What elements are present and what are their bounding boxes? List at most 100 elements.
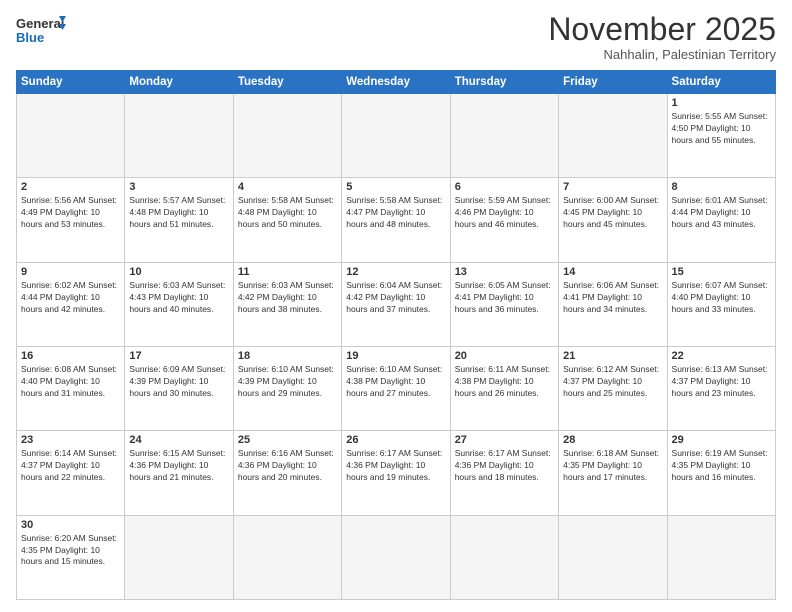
day-info: Sunrise: 6:17 AM Sunset: 4:36 PM Dayligh… [455, 448, 554, 484]
weekday-header-tuesday: Tuesday [233, 71, 341, 94]
calendar-cell: 5 Sunrise: 5:58 AM Sunset: 4:47 PM Daylig… [342, 178, 450, 262]
calendar-cell: 14Sunrise: 6:06 AM Sunset: 4:41 PM Dayli… [559, 262, 667, 346]
day-info: Sunrise: 6:10 AM Sunset: 4:38 PM Dayligh… [346, 364, 445, 400]
calendar-cell [559, 515, 667, 599]
calendar-week-5: 23 Sunrise: 6:14 AM Sunset: 4:37 PM Dayli… [17, 431, 776, 515]
day-number: 20 [455, 350, 554, 362]
calendar-cell: 9Sunrise: 6:02 AM Sunset: 4:44 PM Daylig… [17, 262, 125, 346]
logo: General Blue [16, 12, 66, 54]
calendar-cell: 18 Sunrise: 6:10 AM Sunset: 4:39 PM Dayli… [233, 347, 341, 431]
day-number: 17 [129, 350, 228, 362]
calendar-cell: 3 Sunrise: 5:57 AM Sunset: 4:48 PM Daylig… [125, 178, 233, 262]
title-block: November 2025 Nahhalin, Palestinian Terr… [548, 12, 776, 62]
day-number: 30 [21, 519, 120, 531]
day-number: 28 [563, 434, 662, 446]
day-number: 3 [129, 181, 228, 193]
day-info: Sunrise: 6:14 AM Sunset: 4:37 PM Dayligh… [21, 448, 120, 484]
page: General Blue November 2025 Nahhalin, Pal… [0, 0, 792, 612]
location-subtitle: Nahhalin, Palestinian Territory [548, 47, 776, 62]
day-number: 15 [672, 266, 771, 278]
calendar-cell [233, 515, 341, 599]
weekday-header-wednesday: Wednesday [342, 71, 450, 94]
svg-text:General: General [16, 16, 64, 31]
calendar-cell [559, 94, 667, 178]
calendar-cell: 29 Sunrise: 6:19 AM Sunset: 4:35 PM Dayli… [667, 431, 775, 515]
calendar-week-1: 1Sunrise: 5:55 AM Sunset: 4:50 PM Daylig… [17, 94, 776, 178]
day-number: 24 [129, 434, 228, 446]
calendar-week-4: 16 Sunrise: 6:08 AM Sunset: 4:40 PM Dayli… [17, 347, 776, 431]
day-info: Sunrise: 6:01 AM Sunset: 4:44 PM Dayligh… [672, 195, 771, 231]
day-number: 2 [21, 181, 120, 193]
calendar-header: SundayMondayTuesdayWednesdayThursdayFrid… [17, 71, 776, 94]
day-number: 6 [455, 181, 554, 193]
calendar-cell [125, 94, 233, 178]
day-info: Sunrise: 5:59 AM Sunset: 4:46 PM Dayligh… [455, 195, 554, 231]
calendar-cell: 19 Sunrise: 6:10 AM Sunset: 4:38 PM Dayli… [342, 347, 450, 431]
day-info: Sunrise: 6:09 AM Sunset: 4:39 PM Dayligh… [129, 364, 228, 400]
day-info: Sunrise: 5:57 AM Sunset: 4:48 PM Dayligh… [129, 195, 228, 231]
calendar-cell: 12Sunrise: 6:04 AM Sunset: 4:42 PM Dayli… [342, 262, 450, 346]
weekday-header-friday: Friday [559, 71, 667, 94]
day-number: 27 [455, 434, 554, 446]
day-info: Sunrise: 6:15 AM Sunset: 4:36 PM Dayligh… [129, 448, 228, 484]
day-number: 26 [346, 434, 445, 446]
day-number: 22 [672, 350, 771, 362]
calendar-cell: 28Sunrise: 6:18 AM Sunset: 4:35 PM Dayli… [559, 431, 667, 515]
day-info: Sunrise: 6:10 AM Sunset: 4:39 PM Dayligh… [238, 364, 337, 400]
day-info: Sunrise: 6:12 AM Sunset: 4:37 PM Dayligh… [563, 364, 662, 400]
day-number: 21 [563, 350, 662, 362]
calendar-cell: 7Sunrise: 6:00 AM Sunset: 4:45 PM Daylig… [559, 178, 667, 262]
day-number: 18 [238, 350, 337, 362]
day-info: Sunrise: 6:19 AM Sunset: 4:35 PM Dayligh… [672, 448, 771, 484]
day-number: 25 [238, 434, 337, 446]
calendar-cell [342, 515, 450, 599]
calendar-cell: 2Sunrise: 5:56 AM Sunset: 4:49 PM Daylig… [17, 178, 125, 262]
day-number: 1 [672, 97, 771, 109]
calendar-cell: 13Sunrise: 6:05 AM Sunset: 4:41 PM Dayli… [450, 262, 558, 346]
calendar-cell [667, 515, 775, 599]
day-number: 11 [238, 266, 337, 278]
day-number: 9 [21, 266, 120, 278]
day-number: 10 [129, 266, 228, 278]
calendar-cell: 27 Sunrise: 6:17 AM Sunset: 4:36 PM Dayli… [450, 431, 558, 515]
day-number: 29 [672, 434, 771, 446]
day-info: Sunrise: 6:07 AM Sunset: 4:40 PM Dayligh… [672, 280, 771, 316]
calendar-cell: 15 Sunrise: 6:07 AM Sunset: 4:40 PM Dayli… [667, 262, 775, 346]
calendar-cell: 23 Sunrise: 6:14 AM Sunset: 4:37 PM Dayli… [17, 431, 125, 515]
day-number: 23 [21, 434, 120, 446]
day-info: Sunrise: 6:20 AM Sunset: 4:35 PM Dayligh… [21, 533, 120, 569]
day-info: Sunrise: 6:03 AM Sunset: 4:42 PM Dayligh… [238, 280, 337, 316]
day-number: 4 [238, 181, 337, 193]
day-info: Sunrise: 5:58 AM Sunset: 4:48 PM Dayligh… [238, 195, 337, 231]
calendar-cell [233, 94, 341, 178]
calendar-cell: 4 Sunrise: 5:58 AM Sunset: 4:48 PM Daylig… [233, 178, 341, 262]
day-info: Sunrise: 6:04 AM Sunset: 4:42 PM Dayligh… [346, 280, 445, 316]
day-number: 7 [563, 181, 662, 193]
calendar-cell [125, 515, 233, 599]
calendar-cell [342, 94, 450, 178]
calendar-cell: 30 Sunrise: 6:20 AM Sunset: 4:35 PM Dayli… [17, 515, 125, 599]
calendar-cell: 17 Sunrise: 6:09 AM Sunset: 4:39 PM Dayli… [125, 347, 233, 431]
calendar-cell: 20Sunrise: 6:11 AM Sunset: 4:38 PM Dayli… [450, 347, 558, 431]
weekday-header-thursday: Thursday [450, 71, 558, 94]
calendar-cell: 11 Sunrise: 6:03 AM Sunset: 4:42 PM Dayli… [233, 262, 341, 346]
calendar-cell [450, 515, 558, 599]
day-info: Sunrise: 6:17 AM Sunset: 4:36 PM Dayligh… [346, 448, 445, 484]
day-info: Sunrise: 6:03 AM Sunset: 4:43 PM Dayligh… [129, 280, 228, 316]
weekday-header-sunday: Sunday [17, 71, 125, 94]
day-info: Sunrise: 6:16 AM Sunset: 4:36 PM Dayligh… [238, 448, 337, 484]
day-info: Sunrise: 5:58 AM Sunset: 4:47 PM Dayligh… [346, 195, 445, 231]
day-number: 14 [563, 266, 662, 278]
header: General Blue November 2025 Nahhalin, Pal… [16, 12, 776, 62]
calendar-cell: 21 Sunrise: 6:12 AM Sunset: 4:37 PM Dayli… [559, 347, 667, 431]
day-info: Sunrise: 6:08 AM Sunset: 4:40 PM Dayligh… [21, 364, 120, 400]
day-number: 5 [346, 181, 445, 193]
weekday-row: SundayMondayTuesdayWednesdayThursdayFrid… [17, 71, 776, 94]
calendar-table: SundayMondayTuesdayWednesdayThursdayFrid… [16, 70, 776, 600]
calendar-cell: 25 Sunrise: 6:16 AM Sunset: 4:36 PM Dayli… [233, 431, 341, 515]
day-number: 16 [21, 350, 120, 362]
calendar-cell: 22Sunrise: 6:13 AM Sunset: 4:37 PM Dayli… [667, 347, 775, 431]
calendar-week-3: 9Sunrise: 6:02 AM Sunset: 4:44 PM Daylig… [17, 262, 776, 346]
day-number: 8 [672, 181, 771, 193]
day-number: 19 [346, 350, 445, 362]
